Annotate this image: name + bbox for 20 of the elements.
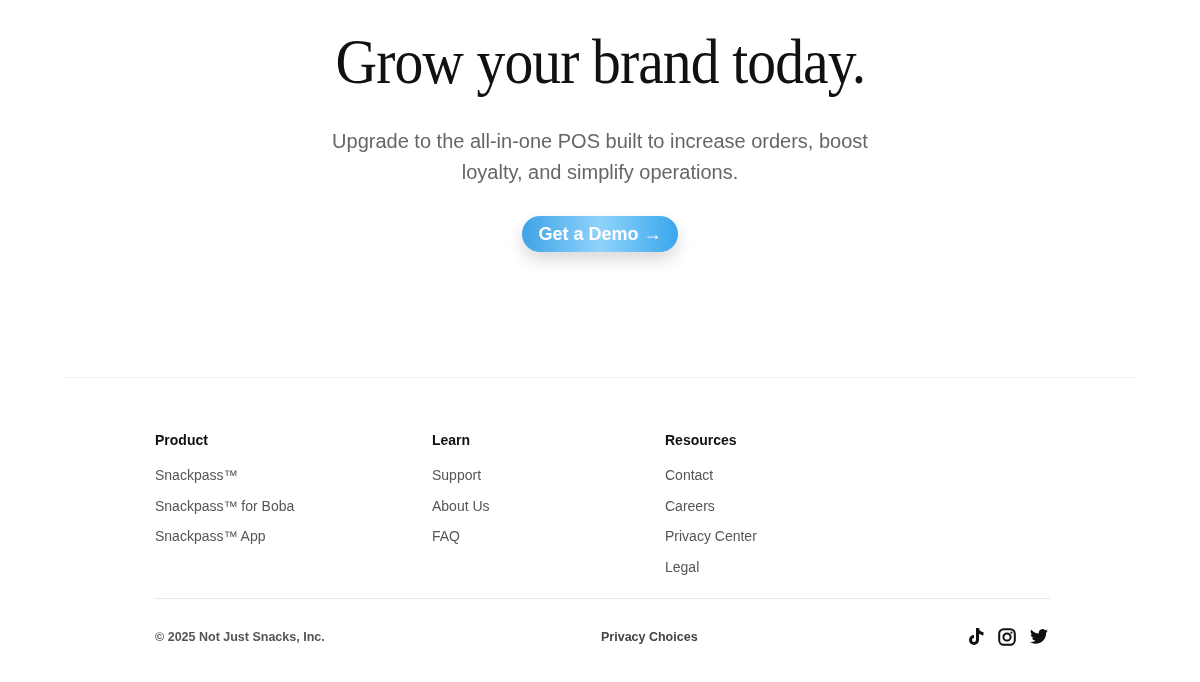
camera-icon[interactable] bbox=[998, 627, 1016, 646]
footer-link[interactable]: FAQ bbox=[432, 528, 460, 544]
column-heading: Resources bbox=[665, 432, 737, 448]
footer-link[interactable]: Snackpass™ App bbox=[155, 528, 266, 544]
bird-icon[interactable] bbox=[1030, 629, 1048, 644]
footer-link[interactable]: About Us bbox=[432, 497, 490, 514]
subtitle: Upgrade to the all-in-one POS built to increase orders, boost loyalty, and simplify operations. bbox=[331, 129, 869, 185]
footer-link[interactable]: Careers bbox=[665, 497, 715, 514]
headline: Grow your brand today. bbox=[335, 25, 865, 99]
footer-link[interactable]: Snackpass™ for Boba bbox=[155, 497, 295, 514]
copyright: © 2025 Not Just Snacks, Inc. bbox=[155, 629, 326, 644]
footer-link[interactable]: Contact bbox=[665, 467, 714, 483]
footer-link[interactable]: Privacy Center bbox=[665, 528, 757, 544]
column-heading: Learn bbox=[432, 432, 471, 448]
privacy-link[interactable]: Privacy Choices bbox=[601, 629, 698, 644]
footer-link[interactable]: Snackpass™ bbox=[155, 467, 238, 483]
note-icon[interactable] bbox=[968, 627, 984, 646]
footer-link[interactable]: Support bbox=[432, 467, 482, 483]
column-heading: Product bbox=[155, 432, 208, 448]
footer-link[interactable]: Legal bbox=[665, 558, 700, 575]
